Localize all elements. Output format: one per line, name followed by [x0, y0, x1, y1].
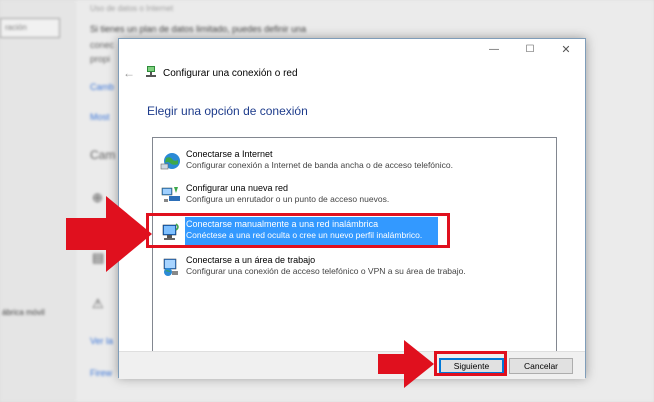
red-arrow-icon: [66, 196, 152, 272]
background-sidebar-label: ábrica móvil: [2, 308, 45, 317]
background-link: Most: [90, 112, 110, 122]
background-link: Firew: [90, 368, 112, 378]
option-new-network[interactable]: Configurar una nueva red Configura un en…: [157, 180, 553, 212]
warning-icon: ⚠: [92, 296, 104, 311]
option-description: Configurar una conexión de acceso telefó…: [186, 266, 466, 276]
globe-network-icon: [160, 153, 180, 170]
background-title: Uso de datos o Internet: [90, 4, 174, 13]
option-workplace[interactable]: Conectarse a un área de trabajo Configur…: [157, 252, 553, 284]
router-icon: [161, 187, 180, 202]
maximize-button[interactable]: ☐: [517, 42, 543, 58]
background-search-input: ración: [0, 18, 60, 38]
option-description: Configurar conexión a Internet de banda …: [186, 160, 453, 170]
red-arrow-icon: [378, 340, 434, 388]
dialog-footer: Siguiente Cancelar: [119, 351, 585, 379]
workplace-network-icon: [163, 258, 178, 276]
option-title: Conectarse a Internet: [186, 149, 273, 159]
setup-connection-dialog: — ☐ ✕ ← Configurar una conexión o red El…: [118, 38, 586, 379]
annotation-box-option: [146, 213, 450, 248]
background-fragment: conec: [90, 40, 115, 50]
background-fragment: propi: [90, 54, 111, 64]
option-connect-internet[interactable]: Conectarse a Internet Configurar conexió…: [157, 146, 553, 178]
page-heading: Elegir una opción de conexión: [147, 104, 308, 118]
background-link: Camb: [90, 82, 115, 92]
background-sidebar: [0, 0, 76, 402]
connection-options-list: Conectarse a Internet Configurar conexió…: [152, 137, 557, 371]
annotation-box-next: [434, 351, 507, 376]
option-title: Conectarse a un área de trabajo: [186, 255, 316, 265]
cancel-button[interactable]: Cancelar: [509, 358, 573, 374]
close-button[interactable]: ✕: [553, 42, 579, 58]
background-section-heading: Cam: [90, 148, 116, 162]
background-description: Si tienes un plan de datos limitado, pue…: [90, 24, 307, 34]
dialog-titlebar: — ☐ ✕: [119, 39, 585, 61]
network-setup-icon: [146, 66, 156, 77]
option-title: Configurar una nueva red: [186, 183, 289, 193]
minimize-button[interactable]: —: [481, 42, 507, 58]
back-arrow-icon[interactable]: ←: [123, 66, 135, 80]
dialog-title: Configurar una conexión o red: [163, 68, 298, 79]
option-description: Configura un enrutador o un punto de acc…: [186, 194, 390, 204]
background-link: Ver la: [90, 336, 114, 346]
